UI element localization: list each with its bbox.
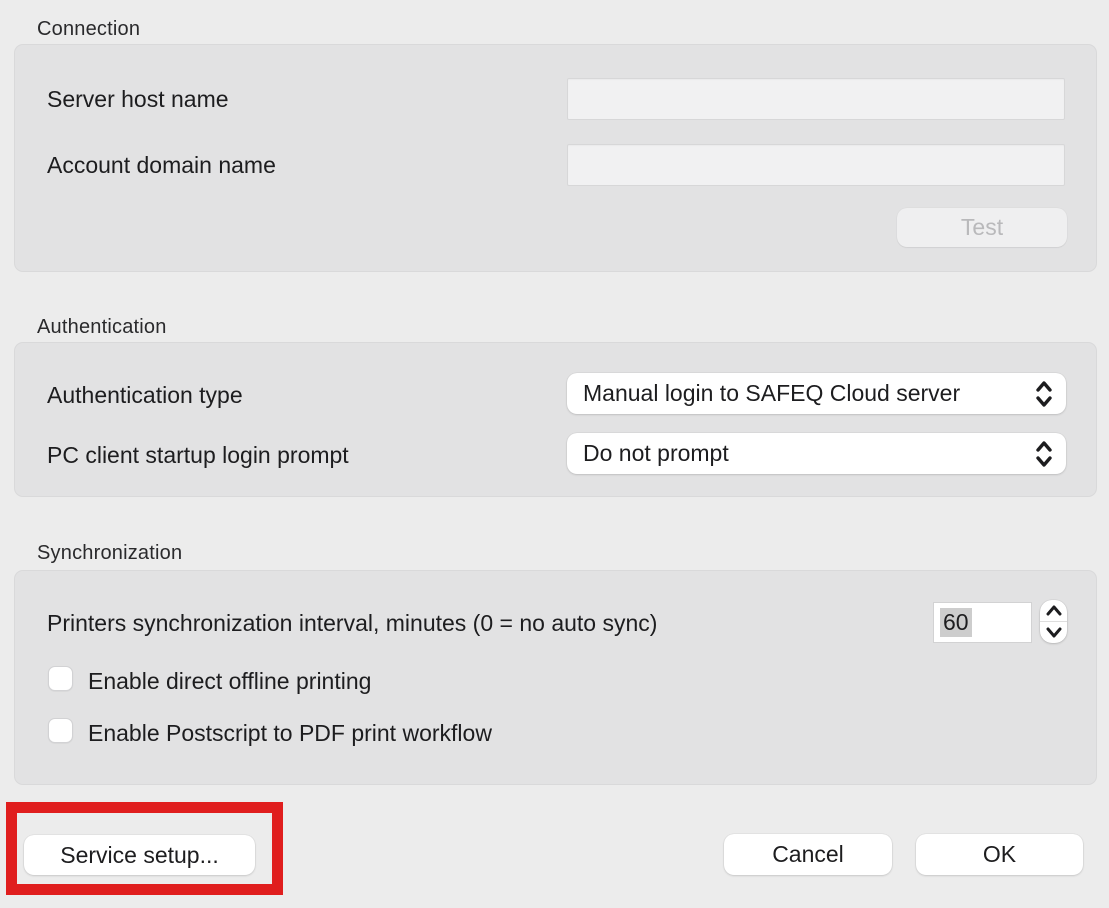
sync-interval-value: 60 <box>940 608 972 637</box>
pc-client-startup-login-prompt-selected-value: Do not prompt <box>583 440 729 467</box>
up-down-chevron-icon <box>1034 439 1054 469</box>
stepper-up-button[interactable] <box>1040 600 1067 621</box>
enable-direct-offline-printing-checkbox[interactable] <box>48 666 73 691</box>
account-domain-name-label: Account domain name <box>47 152 276 179</box>
server-host-name-input[interactable] <box>567 78 1065 120</box>
printers-sync-interval-label: Printers synchronization interval, minut… <box>47 610 657 637</box>
chevron-down-icon <box>1046 627 1062 638</box>
authentication-section-title: Authentication <box>37 316 167 339</box>
service-setup-button[interactable]: Service setup... <box>24 835 255 875</box>
ok-button[interactable]: OK <box>916 834 1083 875</box>
connection-section-title: Connection <box>37 18 140 41</box>
pc-client-startup-login-prompt-dropdown[interactable]: Do not prompt <box>567 433 1066 474</box>
authentication-type-label: Authentication type <box>47 382 243 409</box>
test-button[interactable]: Test <box>897 208 1067 247</box>
up-down-chevron-icon <box>1034 379 1054 409</box>
sync-interval-stepper[interactable] <box>1040 600 1067 643</box>
stepper-down-button[interactable] <box>1040 622 1067 643</box>
sync-interval-input[interactable]: 60 <box>933 602 1032 643</box>
server-host-name-label: Server host name <box>47 86 229 113</box>
account-domain-name-input[interactable] <box>567 144 1065 186</box>
authentication-type-dropdown[interactable]: Manual login to SAFEQ Cloud server <box>567 373 1066 414</box>
enable-postscript-pdf-workflow-label: Enable Postscript to PDF print workflow <box>88 720 492 747</box>
pc-client-startup-login-prompt-label: PC client startup login prompt <box>47 442 349 469</box>
enable-direct-offline-printing-label: Enable direct offline printing <box>88 668 371 695</box>
cancel-button[interactable]: Cancel <box>724 834 892 875</box>
synchronization-section-title: Synchronization <box>37 542 182 565</box>
enable-postscript-pdf-workflow-checkbox[interactable] <box>48 718 73 743</box>
chevron-up-icon <box>1046 605 1062 616</box>
authentication-type-selected-value: Manual login to SAFEQ Cloud server <box>583 380 960 407</box>
